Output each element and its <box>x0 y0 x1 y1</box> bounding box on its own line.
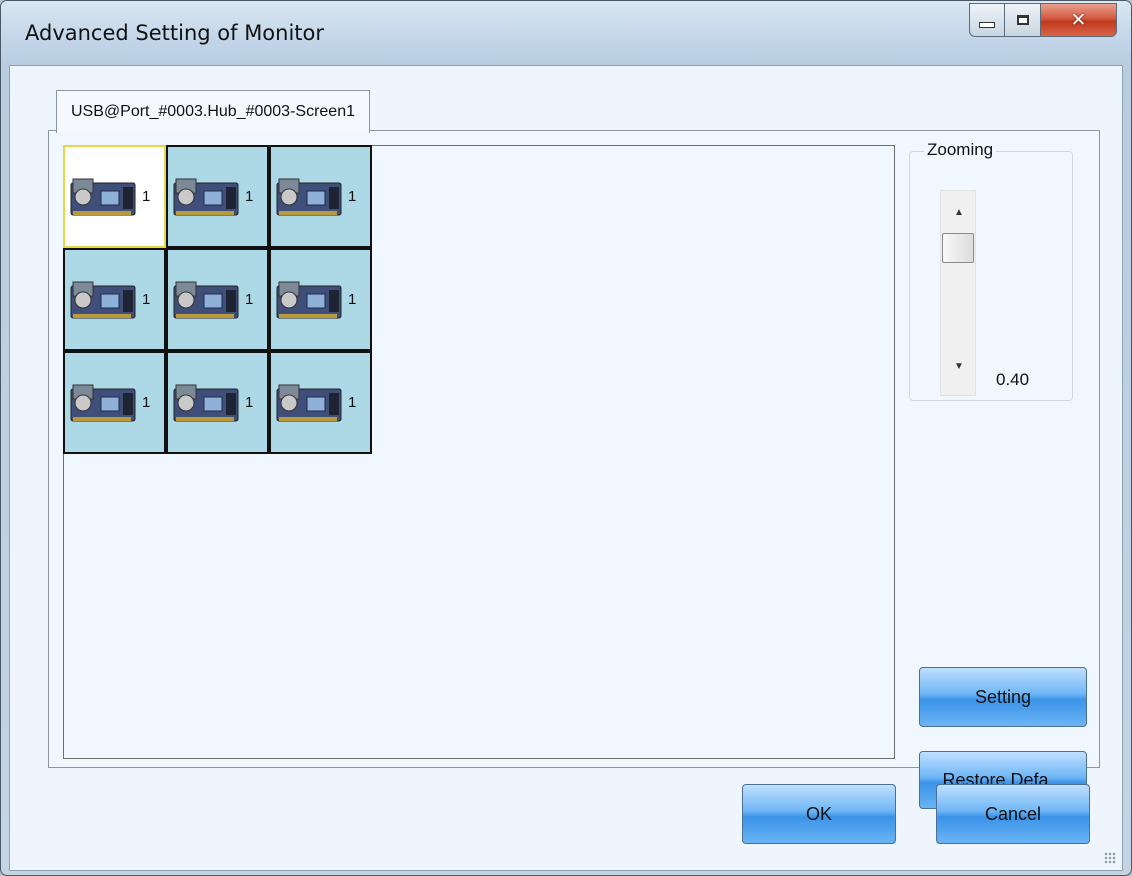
minimize-icon <box>979 22 995 28</box>
cell-label: 1 <box>348 188 357 205</box>
window-title: Advanced Setting of Monitor <box>25 21 325 45</box>
tab-screen1[interactable]: USB@Port_#0003.Hub_#0003-Screen1 <box>56 90 370 133</box>
receiving-card-icon <box>276 178 342 215</box>
tab-panel: 111111111 Zooming ▲ ▼ 0.40 Setting Resto… <box>48 130 1100 809</box>
ok-button[interactable]: OK <box>742 784 896 844</box>
receiving-card-icon <box>276 281 342 318</box>
monitor-cell[interactable]: 1 <box>166 351 269 454</box>
receiving-card-icon <box>70 178 136 215</box>
monitor-cell[interactable]: 1 <box>166 145 269 248</box>
slider-down-arrow-icon[interactable]: ▼ <box>954 361 964 372</box>
slider-up-arrow-icon[interactable]: ▲ <box>954 207 964 218</box>
maximize-button[interactable] <box>1005 3 1041 37</box>
monitor-grid: 1 1 1 1 1 1 1 1 1 <box>63 145 895 759</box>
monitor-cell[interactable]: 1 <box>63 351 166 454</box>
cell-label: 1 <box>245 291 254 308</box>
minimize-button[interactable] <box>969 3 1005 37</box>
zoom-value: 0.40 <box>996 370 1030 389</box>
cell-label: 1 <box>142 291 151 308</box>
receiving-card-icon <box>70 384 136 421</box>
cell-label: 1 <box>142 394 151 411</box>
receiving-card-icon <box>173 384 239 421</box>
monitor-cell[interactable]: 1 <box>63 145 166 248</box>
dialog-window: Advanced Setting of Monitor ✕ USB@Port_#… <box>0 0 1132 876</box>
zoom-slider[interactable]: ▲ ▼ <box>940 190 976 396</box>
cell-label: 1 <box>348 291 357 308</box>
setting-button[interactable]: Setting <box>919 667 1087 727</box>
cell-label: 1 <box>142 188 151 205</box>
receiving-card-icon <box>173 281 239 318</box>
maximize-icon <box>1016 15 1029 25</box>
monitor-cell[interactable]: 1 <box>63 248 166 351</box>
cell-label: 1 <box>348 394 357 411</box>
cell-label: 1 <box>245 188 254 205</box>
zooming-label: Zooming <box>924 140 997 160</box>
title-bar[interactable]: Advanced Setting of Monitor ✕ <box>1 1 1131 65</box>
receiving-card-icon <box>70 281 136 318</box>
tab-label: USB@Port_#0003.Hub_#0003-Screen1 <box>71 103 355 120</box>
monitor-cell[interactable]: 1 <box>166 248 269 351</box>
caption-buttons: ✕ <box>969 3 1117 37</box>
monitor-cell[interactable]: 1 <box>269 351 372 454</box>
cell-label: 1 <box>245 394 254 411</box>
monitor-cell[interactable]: 1 <box>269 145 372 248</box>
receiving-card-icon <box>173 178 239 215</box>
close-button[interactable]: ✕ <box>1041 3 1117 37</box>
close-icon: ✕ <box>1070 9 1087 31</box>
receiving-card-icon <box>276 384 342 421</box>
zooming-group: Zooming ▲ ▼ 0.40 <box>909 140 1073 401</box>
monitor-cell[interactable]: 1 <box>269 248 372 351</box>
zoom-slider-thumb[interactable] <box>942 233 974 263</box>
dialog-client-area: USB@Port_#0003.Hub_#0003-Screen1 1111111… <box>9 65 1123 871</box>
resize-grip[interactable] <box>1104 852 1116 864</box>
cancel-button[interactable]: Cancel <box>936 784 1090 844</box>
